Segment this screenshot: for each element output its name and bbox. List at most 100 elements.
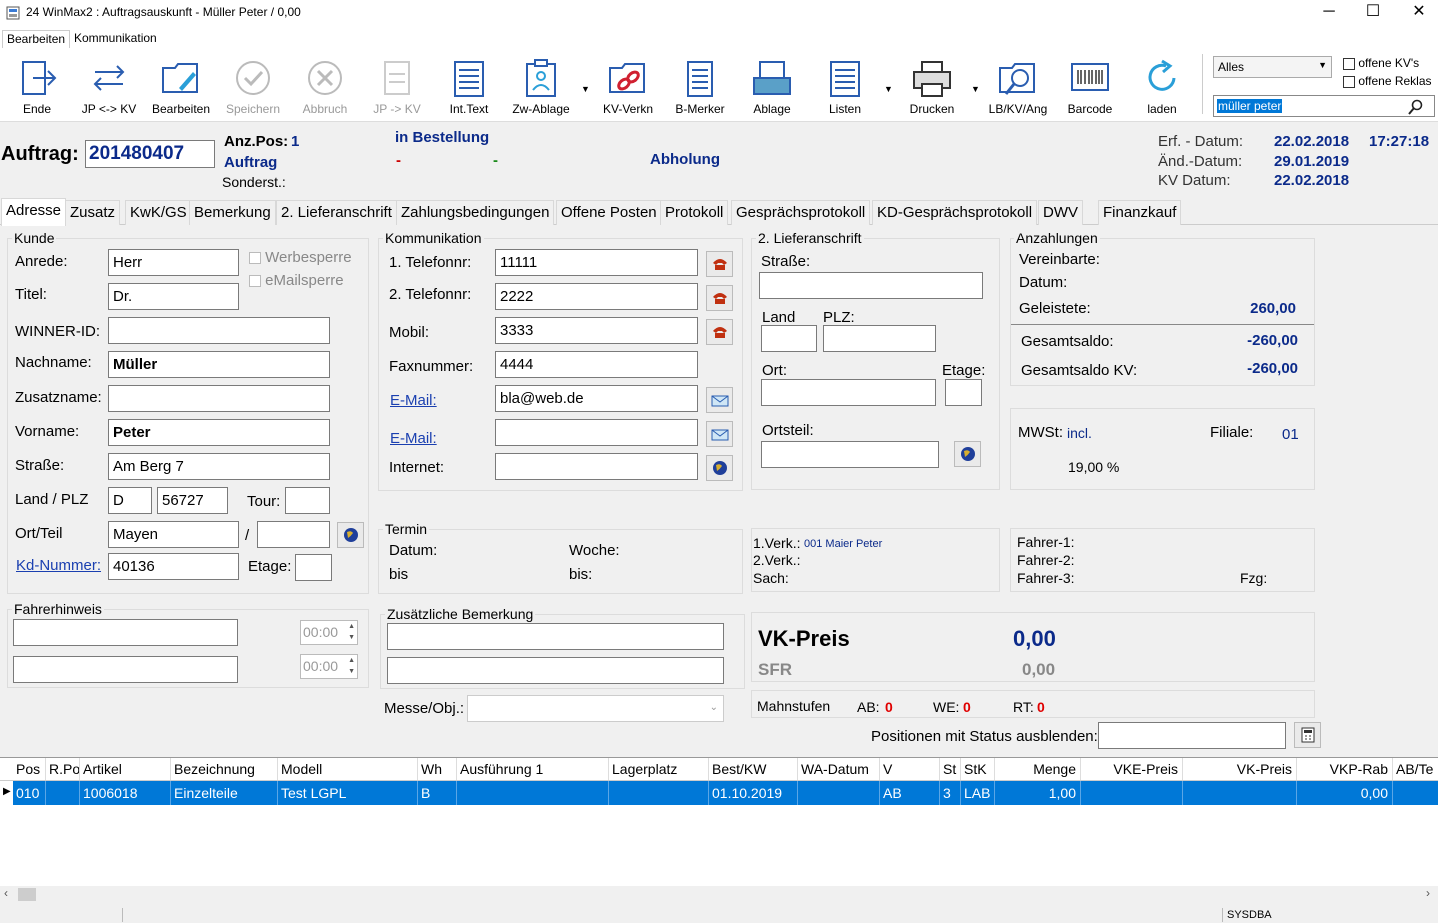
col-header-ausfuehrung[interactable]: Ausführung 1: [457, 758, 609, 780]
tab-kwk-gs[interactable]: KwK/GS: [125, 200, 192, 225]
etage-field[interactable]: [295, 554, 332, 581]
tab-dwv[interactable]: DWV: [1038, 200, 1083, 225]
col-header-bezeichnung[interactable]: Bezeichnung: [171, 758, 278, 780]
table-cell[interactable]: 1,00: [995, 781, 1081, 805]
liefer-map-button[interactable]: [954, 441, 981, 467]
zw-ablage-dropdown[interactable]: ▼: [581, 84, 590, 94]
jp-to-kv-button[interactable]: JP -> KV: [361, 54, 433, 120]
liefer-ortsteil-field[interactable]: [761, 441, 939, 468]
col-header-pos[interactable]: Pos: [13, 758, 46, 780]
tab-zusatz[interactable]: Zusatz: [65, 200, 121, 225]
fahrerhinweis-field-1[interactable]: [13, 619, 238, 646]
spinner-arrows-icon[interactable]: ▲ ▼: [348, 655, 355, 677]
vorname-field[interactable]: Peter: [108, 419, 330, 446]
time-spinner-2[interactable]: 00:00 ▲ ▼: [300, 654, 358, 679]
lb-kv-ang-button[interactable]: LB/KV/Ang: [982, 54, 1054, 120]
liefer-ort-field[interactable]: [761, 379, 936, 406]
table-cell[interactable]: [1081, 781, 1183, 805]
zw-ablage-button[interactable]: Zw-Ablage: [505, 54, 577, 120]
col-header-wa-datum[interactable]: WA-Datum: [798, 758, 880, 780]
barcode-button[interactable]: Barcode: [1054, 54, 1126, 120]
scroll-left-icon[interactable]: ‹: [4, 886, 8, 900]
search-input[interactable]: müller peter: [1213, 95, 1435, 117]
table-cell[interactable]: [1393, 781, 1438, 805]
tab-finanzkauf[interactable]: Finanzkauf: [1098, 200, 1182, 225]
kd-nummer-field[interactable]: 40136: [108, 553, 239, 580]
col-header-rpo[interactable]: R.Po: [46, 758, 80, 780]
bemerkung-field-1[interactable]: [387, 623, 724, 650]
table-cell[interactable]: [609, 781, 709, 805]
send-email-button[interactable]: [706, 387, 733, 413]
search-icon[interactable]: [1408, 99, 1424, 115]
tab-zahlungsbedingungen[interactable]: Zahlungsbedingungen: [396, 200, 555, 225]
laden-button[interactable]: laden: [1126, 54, 1198, 120]
bemerkung-field-2[interactable]: [387, 657, 724, 684]
close-button[interactable]: ✕: [1396, 0, 1438, 26]
table-cell[interactable]: Test LGPL: [278, 781, 418, 805]
titel-field[interactable]: Dr.: [108, 283, 239, 310]
col-header-artikel[interactable]: Artikel: [80, 758, 171, 780]
messe-dropdown[interactable]: ⌄: [467, 695, 724, 722]
table-cell[interactable]: 3: [940, 781, 961, 805]
col-header-lagerplatz[interactable]: Lagerplatz: [609, 758, 709, 780]
tel2-field[interactable]: 2222: [495, 283, 698, 310]
email2-field[interactable]: [495, 419, 698, 446]
listen-dropdown[interactable]: ▼: [884, 84, 893, 94]
email-field[interactable]: bla@web.de: [495, 385, 698, 412]
table-cell[interactable]: [457, 781, 609, 805]
liefer-land-field[interactable]: [761, 325, 817, 352]
drucken-dropdown[interactable]: ▼: [971, 84, 980, 94]
offene-kv-checkbox[interactable]: offene KV's: [1343, 56, 1419, 70]
b-merker-button[interactable]: B-Merker: [664, 54, 736, 120]
table-cell[interactable]: AB: [880, 781, 940, 805]
col-header-v[interactable]: V: [880, 758, 940, 780]
auftrag-number-field[interactable]: 201480407: [85, 140, 215, 168]
jp-kv-button[interactable]: JP <-> KV: [73, 54, 145, 120]
mobil-field[interactable]: 3333: [495, 317, 698, 344]
col-header-menge[interactable]: Menge: [995, 758, 1081, 780]
maximize-button[interactable]: ☐: [1350, 0, 1396, 26]
email-link[interactable]: E-Mail:: [390, 392, 437, 409]
anrede-field[interactable]: Herr: [108, 249, 239, 276]
col-header-modell[interactable]: Modell: [278, 758, 418, 780]
bearbeiten-button[interactable]: Bearbeiten: [145, 54, 217, 120]
ortsteil-field[interactable]: [257, 521, 330, 548]
table-cell[interactable]: B: [418, 781, 457, 805]
email2-link[interactable]: E-Mail:: [390, 430, 437, 447]
col-header-stk[interactable]: StK: [961, 758, 995, 780]
col-header-ab-te[interactable]: AB/Te: [1393, 758, 1438, 780]
col-header-best-kw[interactable]: Best/KW: [709, 758, 798, 780]
offene-reklas-checkbox[interactable]: offene Reklas: [1343, 74, 1432, 88]
call-mobil-button[interactable]: [706, 319, 733, 345]
col-header-vkp-rab[interactable]: VKP-Rab: [1297, 758, 1393, 780]
menu-bearbeiten[interactable]: Bearbeiten: [2, 30, 71, 48]
kd-nummer-link[interactable]: Kd-Nummer:: [16, 557, 101, 574]
tel1-field[interactable]: 11111: [495, 249, 698, 276]
tab-adresse[interactable]: Adresse: [1, 198, 67, 226]
winner-id-field[interactable]: [108, 317, 330, 344]
plz-field[interactable]: 56727: [157, 487, 228, 514]
internet-field[interactable]: [495, 453, 698, 480]
positionen-filter-button[interactable]: [1294, 722, 1321, 748]
int-text-button[interactable]: Int.Text: [433, 54, 505, 120]
positionen-status-field[interactable]: [1098, 722, 1286, 749]
col-header-wh[interactable]: Wh: [418, 758, 457, 780]
kunde-map-button[interactable]: [337, 522, 364, 548]
emailsperre-checkbox[interactable]: eMailsperre: [249, 272, 344, 289]
scroll-right-icon[interactable]: ›: [1426, 886, 1430, 900]
strasse-field[interactable]: Am Berg 7: [108, 453, 330, 480]
land-field[interactable]: D: [108, 487, 152, 514]
liefer-plz-field[interactable]: [823, 325, 936, 352]
tab-protokoll[interactable]: Protokoll: [660, 200, 729, 225]
tab-gespraechsprotokoll[interactable]: Gesprächsprotokoll: [731, 200, 871, 225]
horizontal-scrollbar[interactable]: ‹ ›: [0, 886, 1438, 903]
col-header-st[interactable]: St: [940, 758, 961, 780]
table-cell[interactable]: [798, 781, 880, 805]
table-cell[interactable]: Einzelteile: [171, 781, 278, 805]
tab-2-lieferanschrift[interactable]: 2. Lieferanschrift: [276, 200, 397, 225]
liefer-strasse-field[interactable]: [759, 272, 983, 299]
ende-button[interactable]: Ende: [1, 54, 73, 120]
fax-field[interactable]: 4444: [495, 351, 698, 378]
table-cell[interactable]: [46, 781, 80, 805]
filter-dropdown[interactable]: Alles ▼: [1213, 56, 1332, 78]
